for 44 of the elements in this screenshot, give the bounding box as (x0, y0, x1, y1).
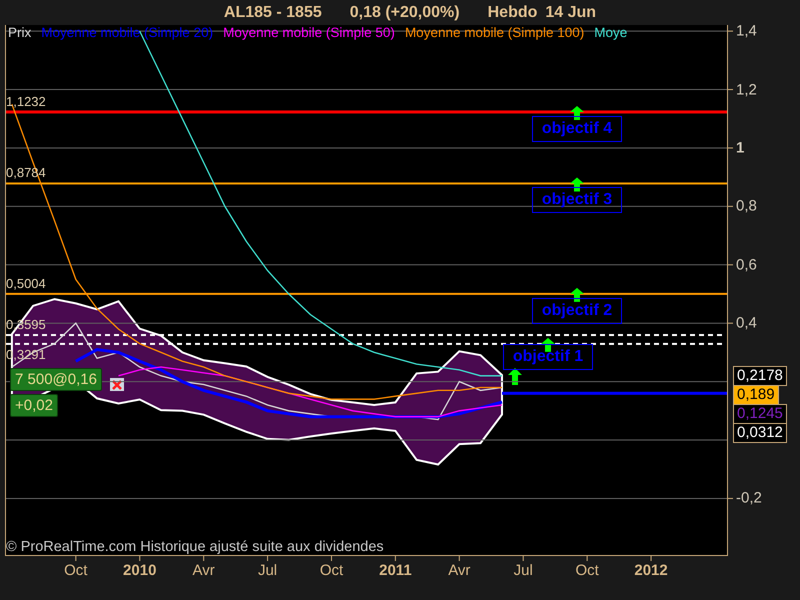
up-arrow-icon (570, 177, 584, 192)
target-label: objectif 3 (532, 187, 622, 214)
legend-item: Moyenne mobile (Simple 50) (223, 25, 395, 40)
x-axis-label: Avr (448, 562, 470, 579)
x-axis-label: Jul (514, 562, 533, 579)
price-change: 0,18 (+20,00%) (350, 4, 460, 22)
legend-item: Moyenne mobile (Simple 100) (404, 25, 584, 40)
up-arrow-icon (570, 106, 584, 120)
target-label: objectif 4 (532, 116, 622, 142)
period-label: Hebdo (488, 4, 538, 22)
date-label: 14 Jun (545, 4, 596, 22)
price-label: 0,1245 (733, 404, 787, 424)
x-axis-label: Oct (320, 562, 344, 579)
level-value: 1,1232 (6, 94, 46, 108)
up-arrow-icon (508, 368, 522, 385)
price-label: 0,0312 (733, 423, 787, 443)
price-label: 0,2178 (733, 366, 787, 386)
y-axis-label: 1,2 (736, 81, 757, 98)
close-icon (110, 378, 124, 391)
x-axis-label: Avr (192, 562, 215, 579)
order-label: 7 500@0,16 (10, 368, 102, 391)
level-value: 0,5004 (6, 276, 46, 290)
symbol-title: AL185 - 1855 (224, 4, 322, 22)
target-label: objectif 2 (532, 298, 622, 324)
x-axis-label: 2011 (379, 562, 412, 579)
x-axis-label: Oct (64, 562, 88, 579)
x-axis-label: 2010 (123, 562, 156, 579)
x-axis-label: Jul (258, 562, 278, 579)
up-arrow-icon (570, 288, 584, 302)
y-axis-label: 0,8 (736, 198, 757, 215)
legend-item: Moyenne mobile (Simple 20) (41, 25, 214, 40)
price-label: 0,189 (733, 385, 779, 405)
y-axis-label: 0,6 (736, 256, 757, 274)
change-label: +0,02 (10, 394, 58, 417)
x-axis-label: 2012 (634, 562, 668, 579)
y-axis-label: 1 (736, 139, 744, 156)
y-axis-label: 0,4 (736, 314, 757, 332)
target-label: objectif 1 (503, 344, 593, 370)
legend-item: Prix (8, 25, 32, 40)
x-axis-label: Oct (575, 562, 599, 579)
y-axis-label: 1,4 (736, 22, 757, 40)
y-axis-label: -0,2 (736, 490, 762, 507)
copyright-text: © ProRealTime.com Historique ajusté suite aux dividendes (6, 539, 384, 555)
legend-item: Moye (594, 25, 628, 40)
